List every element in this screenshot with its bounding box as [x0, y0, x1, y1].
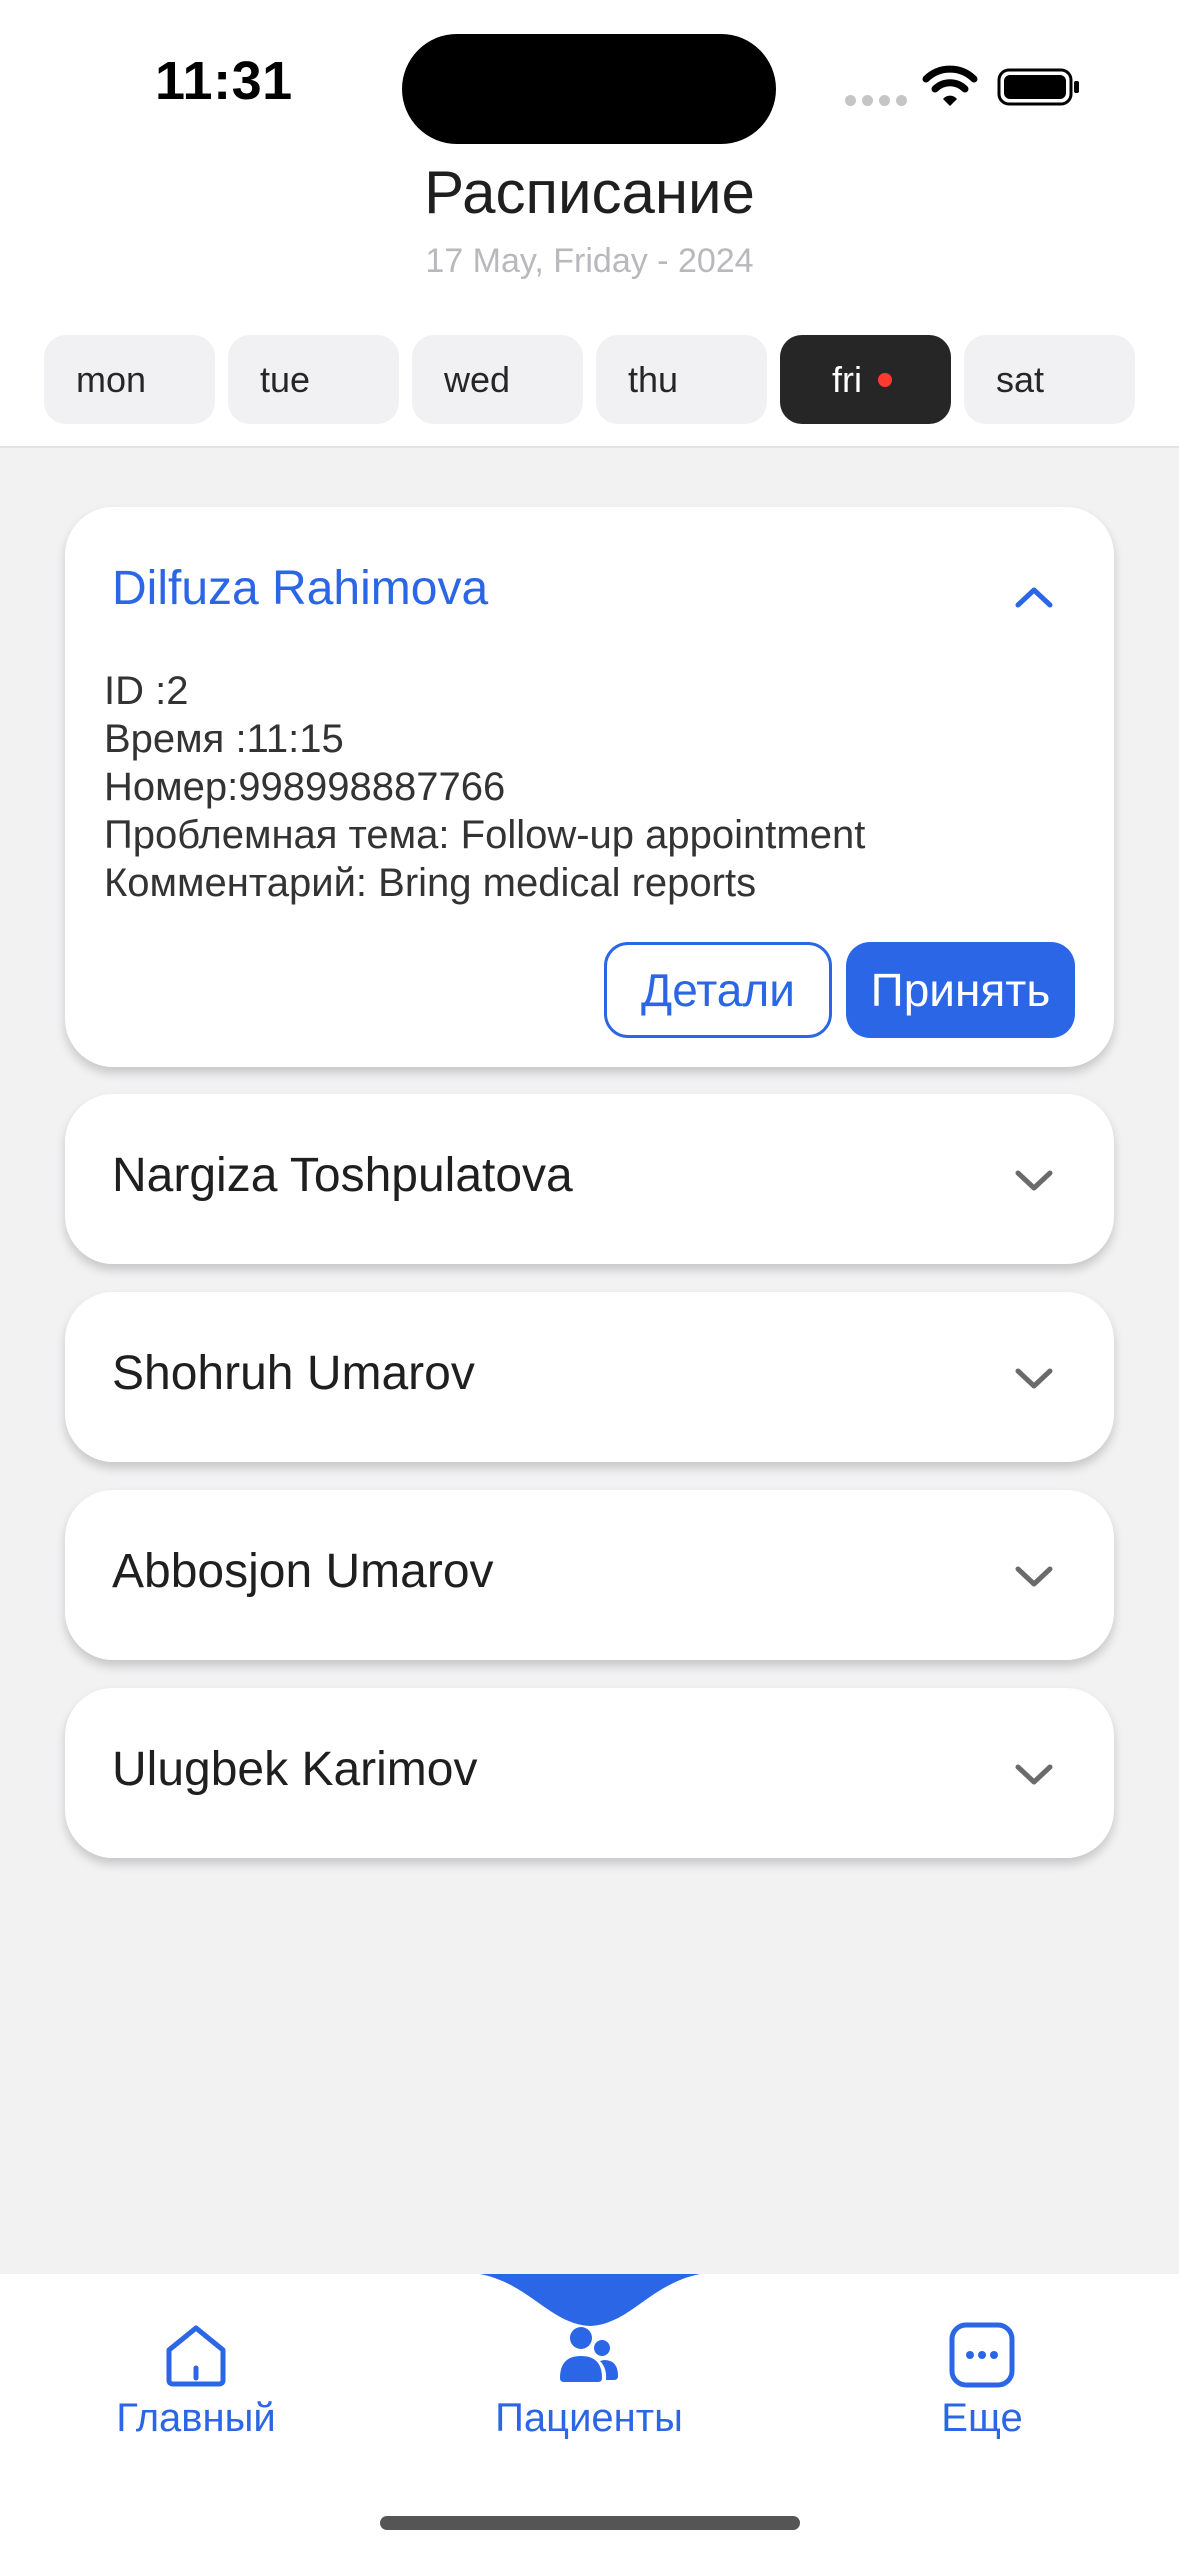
- day-tab-wed[interactable]: wed: [412, 335, 583, 424]
- detail-id: ID :2: [104, 669, 189, 713]
- battery-icon: [997, 68, 1079, 106]
- chevron-down-icon[interactable]: [1014, 1565, 1054, 1589]
- day-tab-label: tue: [260, 358, 311, 400]
- appointment-card[interactable]: Abbosjon Umarov: [65, 1490, 1114, 1660]
- detail-phone: Номер:998998887766: [104, 765, 506, 809]
- chevron-up-icon[interactable]: [1014, 585, 1054, 609]
- chevron-down-icon[interactable]: [1014, 1169, 1054, 1193]
- day-tab-label: fri: [832, 358, 862, 400]
- detail-time: Время :11:15: [104, 717, 344, 761]
- appointment-card[interactable]: Shohruh Umarov: [65, 1292, 1114, 1462]
- page-subtitle: 17 May, Friday - 2024: [425, 242, 754, 280]
- day-tab-tue[interactable]: tue: [228, 335, 399, 424]
- nav-item-home[interactable]: Главный: [76, 2320, 316, 2441]
- day-tab-label: mon: [76, 358, 147, 400]
- appointment-card[interactable]: Ulugbek Karimov: [65, 1688, 1114, 1858]
- patient-name: Ulugbek Karimov: [112, 1743, 478, 1796]
- patient-name: Abbosjon Umarov: [112, 1545, 494, 1598]
- dynamic-island: [402, 34, 776, 144]
- notification-dot: [878, 372, 892, 387]
- patient-name[interactable]: Dilfuza Rahimova: [112, 561, 488, 616]
- nav-item-patients[interactable]: Пациенты: [469, 2320, 709, 2441]
- patient-name: Nargiza Toshpulatova: [112, 1149, 573, 1202]
- appointment-card[interactable]: Nargiza Toshpulatova: [65, 1094, 1114, 1264]
- day-tab-mon[interactable]: mon: [44, 335, 215, 424]
- nav-label: Еще: [941, 2396, 1023, 2440]
- chevron-down-icon[interactable]: [1014, 1763, 1054, 1787]
- detail-topic: Проблемная тема: Follow-up appointment: [104, 813, 866, 857]
- cellular-signal-icon: [845, 95, 907, 106]
- home-icon: [166, 2325, 226, 2387]
- details-button[interactable]: Детали: [604, 942, 832, 1038]
- header-area: 11:31 Расписание 17 May, Friday - 2024 m…: [0, 0, 1179, 448]
- day-tab-label: sat: [996, 358, 1045, 400]
- appointment-details: ID :2 Время :11:15 Номер:998998887766 Пр…: [104, 667, 865, 907]
- wifi-icon: [922, 65, 978, 106]
- appointment-card-expanded: Dilfuza Rahimova ID :2 Время :11:15 Номе…: [65, 507, 1114, 1067]
- chevron-down-icon[interactable]: [1014, 1367, 1054, 1391]
- more-icon: [949, 2322, 1015, 2388]
- patient-name: Shohruh Umarov: [112, 1347, 475, 1400]
- day-tab-sat[interactable]: sat: [964, 335, 1135, 424]
- day-selector: mon tue wed thu fri sat: [44, 335, 1135, 424]
- day-tab-thu[interactable]: thu: [596, 335, 767, 424]
- day-tab-fri[interactable]: fri: [780, 335, 951, 424]
- page-title: Расписание: [424, 159, 755, 226]
- accept-button[interactable]: Принять: [846, 942, 1075, 1038]
- patients-icon: [560, 2327, 618, 2382]
- status-time: 11:31: [155, 51, 293, 111]
- bottom-nav: Главный Пациенты Еще: [0, 2274, 1179, 2556]
- nav-label: Главный: [116, 2396, 276, 2440]
- detail-comment: Комментарий: Bring medical reports: [104, 861, 757, 905]
- day-tab-label: wed: [444, 358, 511, 400]
- nav-item-more[interactable]: Еще: [862, 2320, 1102, 2441]
- nav-label: Пациенты: [495, 2396, 683, 2440]
- day-tab-label: thu: [628, 358, 679, 400]
- home-indicator: [380, 2516, 800, 2530]
